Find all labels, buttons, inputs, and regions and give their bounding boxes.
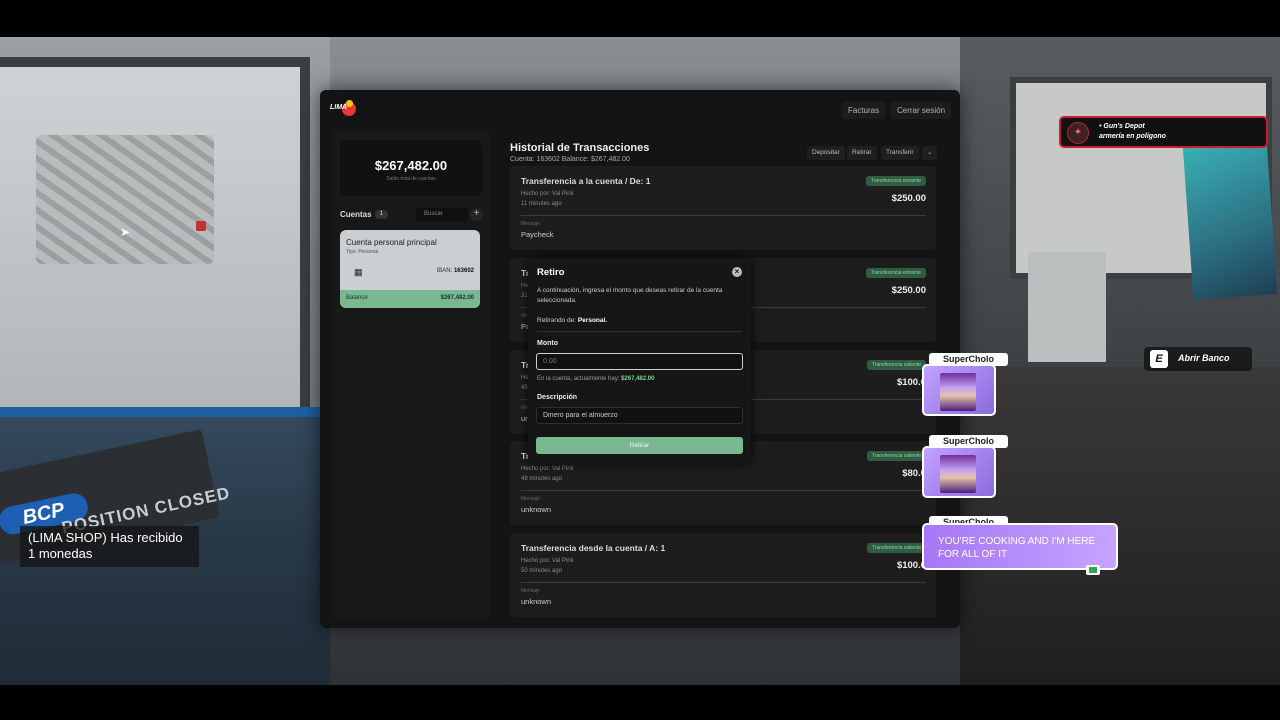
card-chip-icon: ▦ — [354, 267, 363, 277]
transaction-time: 48 minutes ago — [521, 476, 563, 482]
transaction-title: Transferencia a la cuenta / De: 1 — [521, 176, 651, 186]
transaction-time: 45 — [521, 385, 528, 391]
more-actions-button[interactable]: ⌄ — [922, 146, 938, 160]
logo-text: LIMA — [330, 104, 348, 111]
key-hint: E — [1150, 350, 1168, 368]
letterbox-top — [0, 0, 1280, 37]
iban-label: IBAN: — [436, 268, 453, 274]
bank-logo: LIMA — [330, 100, 356, 122]
balance-hint-label: En la cuenta, actualmente hay: — [537, 376, 620, 382]
transaction-message-label: Mensaje — [521, 588, 540, 594]
amount-input[interactable] — [536, 353, 743, 370]
account-type: Tipo: Personal — [346, 249, 379, 255]
add-account-button[interactable]: + — [470, 208, 483, 221]
iban-value: 163602 — [453, 268, 474, 274]
withdraw-from-value: Personal. — [577, 317, 608, 324]
withdraw-submit-button[interactable]: Retirar — [536, 437, 743, 454]
location-subtitle: armería en polígono — [1099, 133, 1166, 140]
amount-label: Monto — [537, 340, 558, 347]
transaction-amount: $250.00 — [891, 285, 926, 296]
account-card[interactable]: Cuenta personal principal Tipo: Personal… — [340, 230, 480, 308]
transaction-time: 31 — [521, 293, 528, 299]
modal-title: Retiro — [537, 267, 565, 278]
transaction-message: unknown — [521, 505, 552, 514]
history-title: Historial de Transacciones — [510, 142, 650, 154]
transaction-badge: Transferencia saliente — [866, 543, 926, 553]
chat-message: YOU'RE COOKING AND I'M HERE FOR ALL OF I… — [922, 523, 1118, 570]
prompt-label: Abrir Banco — [1178, 353, 1230, 363]
accounts-header: Cuentas 1 Buscar + — [340, 208, 483, 224]
transaction-badge: Transferencia saliente — [866, 360, 926, 370]
transaction-author: Hecho por: Val Pink — [521, 466, 574, 472]
divider — [521, 582, 926, 583]
divider — [521, 490, 926, 491]
logout-button[interactable]: Cerrar sesión — [891, 102, 952, 119]
letterbox-bottom — [0, 685, 1280, 720]
total-balance-amount: $267,482.00 — [374, 158, 448, 173]
transaction-time: 50 minutes ago — [521, 568, 563, 574]
chat-badge-icon — [1086, 565, 1100, 575]
transaction-author: Hecho por: Val Pink — [521, 558, 574, 564]
transaction-time: 11 minutes ago — [521, 201, 562, 207]
transaction-message-label: Mensaje — [521, 496, 540, 502]
chat-image — [922, 446, 996, 498]
account-iban: IBAN: 163602 — [437, 268, 474, 274]
chat-image-face — [940, 373, 976, 411]
minimap: ➤ — [36, 135, 214, 264]
transaction-badge: Transferencia entrante — [865, 176, 926, 186]
chat-badge-dot — [1089, 567, 1097, 573]
location-badge: ✦ • Gun's Depot armería en polígono — [1059, 116, 1268, 148]
total-balance-label: Saldo total de cuentas — [386, 176, 436, 182]
account-balance-bar: Balance $267,482.00 — [340, 290, 480, 308]
withdraw-button[interactable]: Retirar — [847, 146, 877, 160]
transaction-message: Paycheck — [521, 230, 554, 239]
description-label: Descripción — [537, 394, 578, 401]
accounts-count-badge: 1 — [374, 210, 388, 220]
map-cursor-icon: ➤ — [120, 225, 131, 239]
modal-description: A continuación, ingresa el monto que des… — [537, 287, 723, 304]
withdraw-modal: Retiro × A continuación, ingresa el mont… — [528, 258, 751, 463]
account-balance-label: Balance — [346, 295, 368, 301]
open-bank-prompt[interactable]: E Abrir Banco — [1144, 347, 1252, 371]
cabinet — [1028, 252, 1106, 362]
transaction-message: unknown — [521, 597, 552, 606]
deposit-button[interactable]: Depositar — [807, 146, 845, 160]
transaction-item[interactable]: Transferencia a la cuenta / De: 1 Transf… — [510, 166, 936, 250]
facturas-button[interactable]: Facturas — [842, 102, 886, 119]
withdraw-from: Retirando de: Personal. — [537, 317, 607, 324]
transaction-badge: Transferencia entrante — [865, 268, 926, 278]
divider — [537, 331, 742, 332]
accounts-label: Cuentas — [340, 210, 372, 219]
history-subtitle: Cuenta: 163602 Balance: $267,482.00 — [510, 156, 630, 163]
divider — [521, 215, 926, 216]
withdraw-from-label: Retirando de: — [537, 317, 577, 324]
transaction-item[interactable]: Transferencia desde la cuenta / A: 1 Tra… — [510, 533, 936, 617]
description-input[interactable] — [536, 407, 743, 424]
account-name: Cuenta personal principal — [346, 238, 437, 247]
transfer-button[interactable]: Transferir — [881, 146, 919, 160]
chat-image-face — [940, 455, 976, 493]
transaction-message-label: Me — [521, 405, 528, 411]
notification: (LIMA SHOP) Has recibido 1 monedas — [20, 526, 199, 567]
location-title: • Gun's Depot — [1099, 123, 1145, 130]
poster — [1182, 139, 1278, 300]
balance-hint: En la cuenta, actualmente hay: $267,482.… — [537, 376, 654, 382]
transaction-message-label: Mensaje — [521, 221, 540, 227]
transaction-message-label: Me — [521, 313, 528, 319]
balance-hint-value: $267,482.00 — [621, 376, 655, 382]
accounts-search-input[interactable]: Buscar — [416, 208, 468, 221]
transaction-amount: $250.00 — [891, 193, 926, 204]
transaction-badge: Transferencia saliente — [866, 451, 926, 461]
total-balance-card: $267,482.00 Saldo total de cuentas — [340, 140, 482, 196]
transaction-author: Hecho por: Val Pink — [521, 191, 574, 197]
account-balance-value: $267,482.00 — [440, 295, 474, 301]
transaction-title: Transferencia desde la cuenta / A: 1 — [521, 543, 666, 553]
close-icon[interactable]: × — [732, 267, 742, 277]
waypoint-icon — [196, 221, 206, 231]
gun-shop-icon: ✦ — [1067, 122, 1089, 144]
chat-image — [922, 364, 996, 416]
sidebar: $267,482.00 Saldo total de cuentas Cuent… — [332, 130, 490, 620]
